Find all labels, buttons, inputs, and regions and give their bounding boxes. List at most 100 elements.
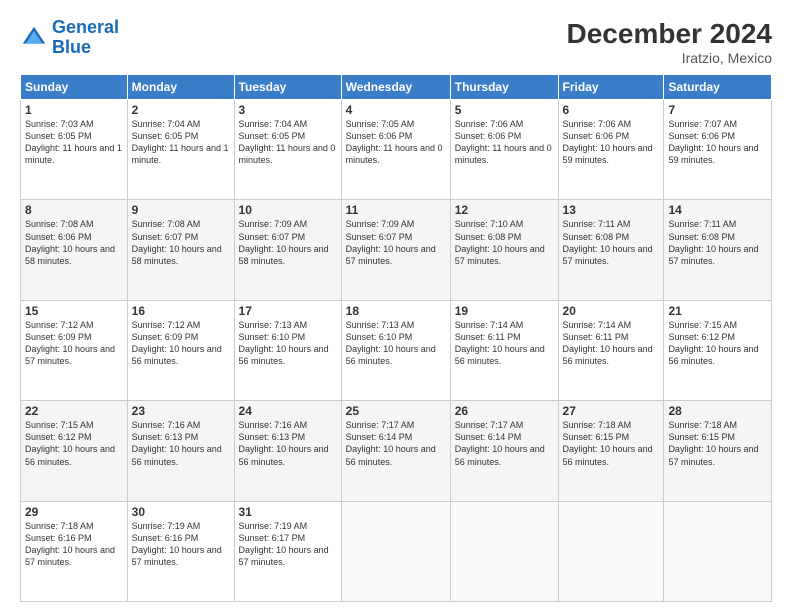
- logo-general: General: [52, 17, 119, 37]
- day-info: Sunrise: 7:06 AM Sunset: 6:06 PM Dayligh…: [455, 118, 554, 167]
- sunset-text: Sunset: 6:07 PM: [239, 232, 306, 242]
- sunset-text: Sunset: 6:05 PM: [239, 131, 306, 141]
- sunrise-text: Sunrise: 7:19 AM: [132, 521, 201, 531]
- day-info: Sunrise: 7:18 AM Sunset: 6:15 PM Dayligh…: [668, 419, 767, 468]
- calendar-cell: 9 Sunrise: 7:08 AM Sunset: 6:07 PM Dayli…: [127, 200, 234, 300]
- day-number: 12: [455, 203, 554, 217]
- calendar-cell: 15 Sunrise: 7:12 AM Sunset: 6:09 PM Dayl…: [21, 300, 128, 400]
- day-info: Sunrise: 7:16 AM Sunset: 6:13 PM Dayligh…: [239, 419, 337, 468]
- daylight-text: Daylight: 10 hours and 56 minutes.: [346, 344, 436, 366]
- day-info: Sunrise: 7:16 AM Sunset: 6:13 PM Dayligh…: [132, 419, 230, 468]
- day-info: Sunrise: 7:09 AM Sunset: 6:07 PM Dayligh…: [239, 218, 337, 267]
- calendar-cell: 25 Sunrise: 7:17 AM Sunset: 6:14 PM Dayl…: [341, 401, 450, 501]
- header-monday: Monday: [127, 75, 234, 100]
- calendar-cell: 26 Sunrise: 7:17 AM Sunset: 6:14 PM Dayl…: [450, 401, 558, 501]
- day-number: 26: [455, 404, 554, 418]
- day-number: 9: [132, 203, 230, 217]
- daylight-text: Daylight: 10 hours and 58 minutes.: [25, 244, 115, 266]
- daylight-text: Daylight: 10 hours and 57 minutes.: [455, 244, 545, 266]
- page: General Blue December 2024 Iratzio, Mexi…: [0, 0, 792, 612]
- day-number: 27: [563, 404, 660, 418]
- daylight-text: Daylight: 10 hours and 58 minutes.: [132, 244, 222, 266]
- calendar-cell: 19 Sunrise: 7:14 AM Sunset: 6:11 PM Dayl…: [450, 300, 558, 400]
- sunset-text: Sunset: 6:06 PM: [563, 131, 630, 141]
- calendar: Sunday Monday Tuesday Wednesday Thursday…: [20, 74, 772, 602]
- daylight-text: Daylight: 10 hours and 57 minutes.: [563, 244, 653, 266]
- sunrise-text: Sunrise: 7:12 AM: [132, 320, 201, 330]
- daylight-text: Daylight: 10 hours and 56 minutes.: [563, 444, 653, 466]
- calendar-cell: 2 Sunrise: 7:04 AM Sunset: 6:05 PM Dayli…: [127, 100, 234, 200]
- calendar-cell: 4 Sunrise: 7:05 AM Sunset: 6:06 PM Dayli…: [341, 100, 450, 200]
- day-number: 20: [563, 304, 660, 318]
- sunrise-text: Sunrise: 7:09 AM: [239, 219, 308, 229]
- sunrise-text: Sunrise: 7:18 AM: [563, 420, 632, 430]
- sunset-text: Sunset: 6:14 PM: [346, 432, 413, 442]
- day-number: 7: [668, 103, 767, 117]
- calendar-week-row: 29 Sunrise: 7:18 AM Sunset: 6:16 PM Dayl…: [21, 501, 772, 601]
- sunset-text: Sunset: 6:15 PM: [563, 432, 630, 442]
- daylight-text: Daylight: 10 hours and 59 minutes.: [563, 143, 653, 165]
- daylight-text: Daylight: 11 hours and 1 minute.: [132, 143, 229, 165]
- sunrise-text: Sunrise: 7:06 AM: [563, 119, 632, 129]
- day-info: Sunrise: 7:17 AM Sunset: 6:14 PM Dayligh…: [455, 419, 554, 468]
- day-info: Sunrise: 7:17 AM Sunset: 6:14 PM Dayligh…: [346, 419, 446, 468]
- sunset-text: Sunset: 6:07 PM: [346, 232, 413, 242]
- sunrise-text: Sunrise: 7:08 AM: [132, 219, 201, 229]
- daylight-text: Daylight: 11 hours and 1 minute.: [25, 143, 122, 165]
- calendar-cell: 30 Sunrise: 7:19 AM Sunset: 6:16 PM Dayl…: [127, 501, 234, 601]
- calendar-cell: 8 Sunrise: 7:08 AM Sunset: 6:06 PM Dayli…: [21, 200, 128, 300]
- daylight-text: Daylight: 10 hours and 58 minutes.: [239, 244, 329, 266]
- daylight-text: Daylight: 10 hours and 57 minutes.: [668, 444, 758, 466]
- sunrise-text: Sunrise: 7:11 AM: [563, 219, 631, 229]
- daylight-text: Daylight: 10 hours and 57 minutes.: [25, 344, 115, 366]
- daylight-text: Daylight: 10 hours and 57 minutes.: [346, 244, 436, 266]
- calendar-week-row: 15 Sunrise: 7:12 AM Sunset: 6:09 PM Dayl…: [21, 300, 772, 400]
- day-info: Sunrise: 7:05 AM Sunset: 6:06 PM Dayligh…: [346, 118, 446, 167]
- header-wednesday: Wednesday: [341, 75, 450, 100]
- sunset-text: Sunset: 6:10 PM: [239, 332, 306, 342]
- calendar-cell: 29 Sunrise: 7:18 AM Sunset: 6:16 PM Dayl…: [21, 501, 128, 601]
- daylight-text: Daylight: 10 hours and 56 minutes.: [25, 444, 115, 466]
- day-number: 24: [239, 404, 337, 418]
- subtitle: Iratzio, Mexico: [567, 50, 772, 66]
- day-number: 31: [239, 505, 337, 519]
- calendar-cell: 31 Sunrise: 7:19 AM Sunset: 6:17 PM Dayl…: [234, 501, 341, 601]
- calendar-cell: 3 Sunrise: 7:04 AM Sunset: 6:05 PM Dayli…: [234, 100, 341, 200]
- day-number: 21: [668, 304, 767, 318]
- header-tuesday: Tuesday: [234, 75, 341, 100]
- sunset-text: Sunset: 6:06 PM: [455, 131, 522, 141]
- day-number: 22: [25, 404, 123, 418]
- sunset-text: Sunset: 6:06 PM: [25, 232, 92, 242]
- header-thursday: Thursday: [450, 75, 558, 100]
- day-info: Sunrise: 7:19 AM Sunset: 6:17 PM Dayligh…: [239, 520, 337, 569]
- day-info: Sunrise: 7:12 AM Sunset: 6:09 PM Dayligh…: [25, 319, 123, 368]
- day-info: Sunrise: 7:04 AM Sunset: 6:05 PM Dayligh…: [239, 118, 337, 167]
- daylight-text: Daylight: 10 hours and 56 minutes.: [668, 344, 758, 366]
- sunrise-text: Sunrise: 7:10 AM: [455, 219, 524, 229]
- calendar-cell: 7 Sunrise: 7:07 AM Sunset: 6:06 PM Dayli…: [664, 100, 772, 200]
- sunrise-text: Sunrise: 7:04 AM: [239, 119, 308, 129]
- sunset-text: Sunset: 6:06 PM: [668, 131, 735, 141]
- header-friday: Friday: [558, 75, 664, 100]
- calendar-cell: 23 Sunrise: 7:16 AM Sunset: 6:13 PM Dayl…: [127, 401, 234, 501]
- sunrise-text: Sunrise: 7:13 AM: [346, 320, 415, 330]
- sunrise-text: Sunrise: 7:15 AM: [668, 320, 737, 330]
- daylight-text: Daylight: 11 hours and 0 minutes.: [346, 143, 443, 165]
- sunrise-text: Sunrise: 7:14 AM: [563, 320, 632, 330]
- sunset-text: Sunset: 6:11 PM: [563, 332, 629, 342]
- calendar-week-row: 22 Sunrise: 7:15 AM Sunset: 6:12 PM Dayl…: [21, 401, 772, 501]
- main-title: December 2024: [567, 18, 772, 50]
- calendar-cell: 28 Sunrise: 7:18 AM Sunset: 6:15 PM Dayl…: [664, 401, 772, 501]
- sunrise-text: Sunrise: 7:16 AM: [239, 420, 308, 430]
- day-info: Sunrise: 7:04 AM Sunset: 6:05 PM Dayligh…: [132, 118, 230, 167]
- calendar-cell: 17 Sunrise: 7:13 AM Sunset: 6:10 PM Dayl…: [234, 300, 341, 400]
- sunset-text: Sunset: 6:13 PM: [132, 432, 199, 442]
- sunrise-text: Sunrise: 7:04 AM: [132, 119, 201, 129]
- day-number: 16: [132, 304, 230, 318]
- calendar-cell: 5 Sunrise: 7:06 AM Sunset: 6:06 PM Dayli…: [450, 100, 558, 200]
- logo-blue: Blue: [52, 37, 91, 57]
- sunrise-text: Sunrise: 7:19 AM: [239, 521, 308, 531]
- sunrise-text: Sunrise: 7:07 AM: [668, 119, 737, 129]
- daylight-text: Daylight: 10 hours and 56 minutes.: [346, 444, 436, 466]
- header-saturday: Saturday: [664, 75, 772, 100]
